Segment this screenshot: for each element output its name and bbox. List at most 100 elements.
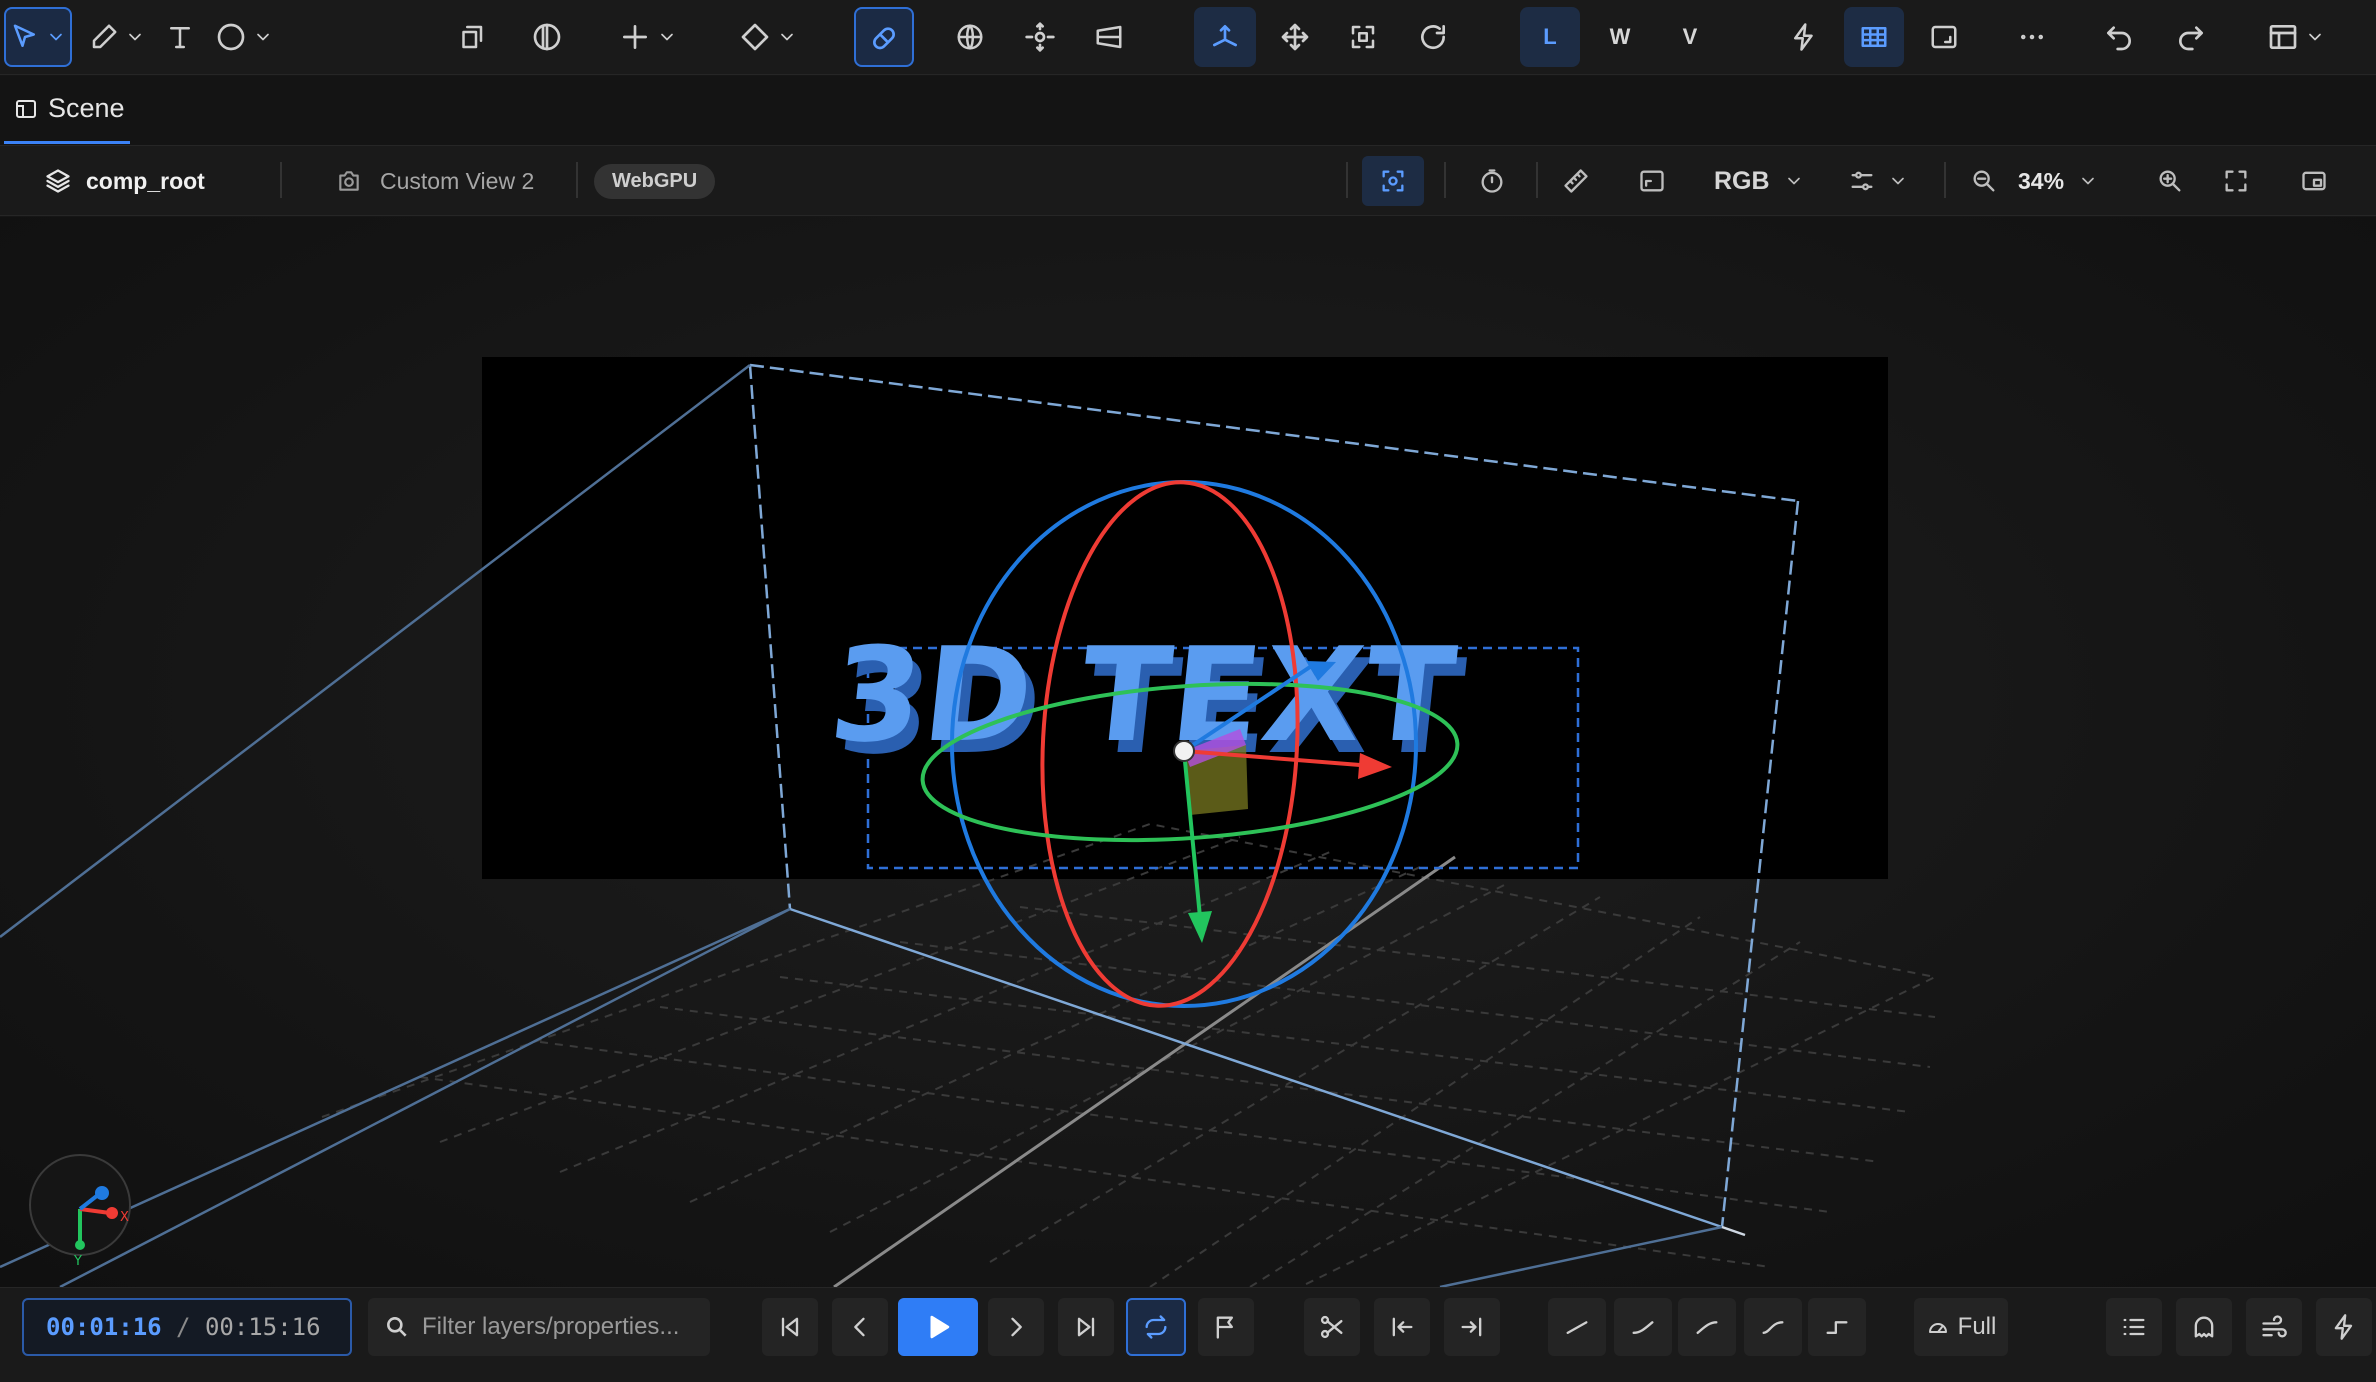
filter-layers-input[interactable]: Filter layers/properties... <box>368 1298 710 1356</box>
skip-to-end-button[interactable] <box>1058 1298 1114 1356</box>
crop-tool-button[interactable] <box>448 7 494 67</box>
grid-icon <box>1861 27 1887 47</box>
rotate-tool-button[interactable] <box>1410 7 1456 67</box>
camera-plane-button[interactable] <box>1086 7 1132 67</box>
redo-button[interactable] <box>2168 7 2214 67</box>
set-out-point-button[interactable] <box>1444 1298 1500 1356</box>
zoom-level-selector[interactable]: 34% <box>2018 146 2098 216</box>
fit-view-button[interactable] <box>2222 146 2250 216</box>
space-mode-view[interactable]: V <box>1660 7 1720 67</box>
zoom-out-button[interactable] <box>1970 146 1998 216</box>
list-icon <box>2123 1318 2145 1336</box>
gizmo-center-handle[interactable] <box>1173 740 1195 762</box>
motion-blur-button[interactable] <box>2246 1298 2302 1356</box>
view-settings-menu[interactable] <box>1848 146 1908 216</box>
search-icon <box>387 1317 407 1337</box>
ruler-button[interactable] <box>1562 146 1590 216</box>
step-ease-button[interactable] <box>1808 1298 1866 1356</box>
more-button[interactable] <box>2010 7 2054 67</box>
diamond-icon <box>741 23 769 51</box>
scale-tool-button[interactable] <box>1340 7 1386 67</box>
linear-ease-icon <box>1566 1321 1588 1334</box>
skip-start-icon <box>781 1317 799 1337</box>
chevron-down-icon <box>1787 177 1800 185</box>
fullscreen-icon <box>2225 170 2247 192</box>
snap-toggle-button[interactable] <box>854 7 914 67</box>
tab-scene[interactable]: Scene <box>4 76 130 144</box>
step-icon <box>1826 1321 1848 1334</box>
more-icon <box>2020 34 2044 40</box>
text-layer-3d[interactable]: 3D TEXT 3D TEXT <box>824 619 1473 783</box>
world-view-button[interactable] <box>948 7 992 67</box>
skip-end-icon <box>1077 1317 1095 1337</box>
performance-mode-button[interactable] <box>2316 1298 2372 1356</box>
next-frame-button[interactable] <box>988 1298 1044 1356</box>
axis-move-button[interactable] <box>1194 7 1256 67</box>
move-tool-button[interactable] <box>1272 7 1318 67</box>
pen-tool-button[interactable] <box>86 7 148 67</box>
renderer-badge-label: WebGPU <box>594 163 716 199</box>
undo-icon <box>2107 26 2131 51</box>
renderer-badge[interactable]: WebGPU <box>594 146 716 216</box>
bolt-icon <box>2334 1314 2353 1340</box>
widget-y-label: Y <box>73 1254 82 1269</box>
onion-skin-button[interactable] <box>2176 1298 2232 1356</box>
add-menu-button[interactable] <box>612 7 684 67</box>
orbit-button[interactable] <box>1018 7 1062 67</box>
scene-viewport[interactable]: 3D TEXT 3D TEXT X Y <box>0 217 2376 1287</box>
set-in-point-button[interactable] <box>1374 1298 1430 1356</box>
ease-in-icon <box>1632 1321 1654 1334</box>
viewport-canvas[interactable]: 3D TEXT 3D TEXT X Y <box>0 217 2376 1287</box>
play-button[interactable] <box>898 1298 978 1356</box>
space-mode-world[interactable]: W <box>1590 7 1650 67</box>
shape-tool-button[interactable] <box>212 7 276 67</box>
picture-in-picture-button[interactable] <box>2300 146 2328 216</box>
ease-in-out-icon <box>1762 1321 1784 1334</box>
chevron-down-icon <box>2309 33 2321 41</box>
view-selector[interactable]: Custom View 2 <box>336 146 534 216</box>
composition-frame <box>482 357 1888 879</box>
move-icon <box>1281 23 1309 51</box>
mask-tool-button[interactable] <box>524 7 570 67</box>
focus-selection-bg <box>1362 156 1424 206</box>
space-mode-local[interactable]: L <box>1520 7 1580 67</box>
ease-linear-button[interactable] <box>1548 1298 1606 1356</box>
focus-selection-button[interactable] <box>1362 146 1424 216</box>
timer-button[interactable] <box>1478 146 1506 216</box>
pip-icon <box>2302 171 2326 191</box>
loop-toggle-button[interactable] <box>1126 1298 1186 1356</box>
grid-toggle-button[interactable] <box>1844 7 1904 67</box>
widget-x-label: X <box>120 1210 129 1225</box>
ease-in-out-button[interactable] <box>1744 1298 1802 1356</box>
frame-button[interactable] <box>1922 7 1966 67</box>
performance-button[interactable] <box>1782 7 1826 67</box>
select-tool-button[interactable] <box>4 7 72 67</box>
timecode-display[interactable]: 00:01:16 / 00:15:16 <box>22 1298 352 1356</box>
zoom-in-button[interactable] <box>2156 146 2184 216</box>
channel-selector[interactable]: RGB <box>1714 146 1804 216</box>
orientation-widget[interactable]: X Y <box>29 1154 131 1269</box>
undo-button[interactable] <box>2096 7 2142 67</box>
ease-out-button[interactable] <box>1678 1298 1736 1356</box>
bolt-icon <box>1794 23 1813 51</box>
layer-list-button[interactable] <box>2106 1298 2162 1356</box>
skip-to-start-button[interactable] <box>762 1298 818 1356</box>
axis-move-icon <box>1213 25 1237 47</box>
focus-target-icon <box>1382 170 1404 192</box>
layout-menu-button[interactable] <box>2256 7 2336 67</box>
marker-button[interactable] <box>1198 1298 1254 1356</box>
safe-area-button[interactable] <box>1638 146 1666 216</box>
text-tool-icon <box>170 27 190 49</box>
ruler-icon <box>1564 169 1588 193</box>
layout-icon <box>2269 25 2297 49</box>
widget-y-dot <box>75 1240 85 1250</box>
gauge-icon <box>1928 1323 1947 1333</box>
ease-in-button[interactable] <box>1614 1298 1672 1356</box>
split-button[interactable] <box>1304 1298 1360 1356</box>
keyframe-tool-button[interactable] <box>730 7 806 67</box>
text-tool-button[interactable] <box>158 7 202 67</box>
previous-frame-button[interactable] <box>832 1298 888 1356</box>
composition-selector[interactable]: comp_root <box>44 146 205 216</box>
zoom-in-icon <box>2159 170 2181 192</box>
quality-selector[interactable]: Full <box>1914 1298 2008 1356</box>
